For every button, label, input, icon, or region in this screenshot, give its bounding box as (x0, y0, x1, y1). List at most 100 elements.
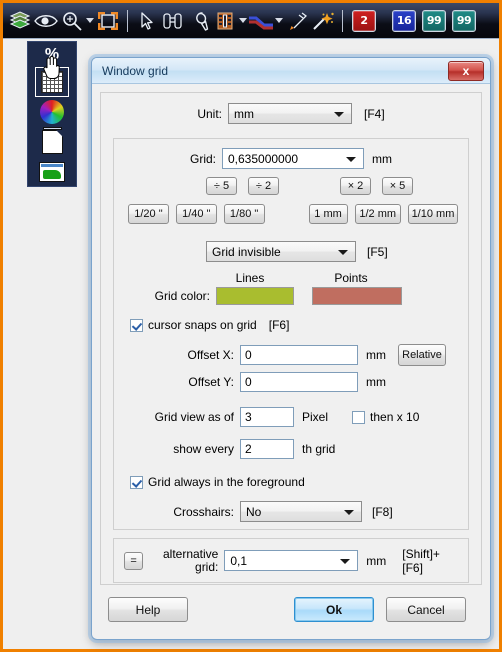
grid-color-row: Grid color: (124, 287, 458, 305)
show-every-input[interactable]: 2 (240, 439, 294, 459)
color-headers-row: Lines Points (124, 271, 458, 285)
snap-row[interactable]: cursor snaps on grid [F6] (124, 318, 458, 332)
foreground-row[interactable]: Grid always in the foreground (124, 475, 458, 489)
preset-1-40-inch-button[interactable]: 1/40 " (175, 204, 217, 224)
grid-view-row: Grid view as of 3 Pixel then x 10 (124, 407, 458, 427)
chevron-down-icon (334, 111, 344, 117)
app-window: 2 16 99 99 % Window grid x Unit: mm [F4]… (0, 0, 502, 652)
chevron-down-icon (346, 156, 356, 162)
dialog-title: Window grid (102, 63, 169, 78)
grid-settings-group: Unit: mm [F4] Grid: 0,635000000 mm ÷ 5 ÷… (100, 92, 482, 585)
lines-label: Lines (235, 271, 265, 285)
grid-value-select[interactable]: 0,635000000 (222, 148, 364, 169)
foreground-label: Grid always in the foreground (148, 475, 305, 489)
toolbar-separator-1 (127, 9, 128, 32)
unit-select[interactable]: mm (228, 103, 352, 124)
unit-hotkey: [F4] (364, 106, 385, 121)
color-wheel-tool[interactable] (36, 98, 68, 126)
zoom-dropdown-caret[interactable] (85, 6, 95, 36)
zoom-icon[interactable] (59, 6, 85, 36)
preset-buttons-row: 1/20 " 1/40 " 1/80 " 1 mm 1/2 mm 1/10 mm (124, 204, 459, 224)
multiply-2-button[interactable]: × 2 (340, 177, 371, 195)
show-every-suffix: th grid (302, 442, 336, 456)
alternative-grid-unit: mm (366, 553, 387, 568)
toolbar-separator-2 (342, 9, 343, 32)
grid-visibility-value: Grid invisible (212, 244, 281, 259)
grid-icon (41, 71, 63, 93)
offset-x-row: Offset X: 0 mm Relative (124, 344, 458, 366)
wrench-icon[interactable] (186, 6, 212, 36)
relative-button[interactable]: Relative (398, 344, 446, 366)
unit-row: Unit: mm [F4] (113, 103, 469, 124)
snap-label: cursor snaps on grid (148, 318, 257, 332)
eye-icon[interactable] (33, 6, 59, 36)
alternative-grid-label: alternative grid: (157, 547, 218, 574)
signal-count-badge[interactable]: 16 (392, 9, 416, 32)
pointer-icon[interactable] (134, 6, 160, 36)
net-count-badge-2[interactable]: 99 (452, 9, 476, 32)
equals-button[interactable]: = (124, 551, 144, 570)
net-count-badge-1[interactable]: 99 (422, 9, 446, 32)
grid-color-label: Grid color: (154, 289, 210, 303)
foreground-checkbox[interactable] (130, 475, 143, 489)
crosshairs-select[interactable]: No (240, 501, 362, 522)
dialog-footer: Help Ok Cancel (100, 597, 482, 622)
alternative-grid-group: = alternative grid: 0,1 mm [Shift]+[F6] (113, 538, 469, 583)
pen-icon[interactable] (284, 6, 310, 36)
magic-wand-icon[interactable] (310, 6, 336, 36)
grid-label: Grid: (189, 151, 216, 166)
alternative-grid-select[interactable]: 0,1 (224, 550, 359, 571)
points-label: Points (334, 271, 368, 285)
grid-value-row: Grid: 0,635000000 mm (124, 148, 458, 169)
snap-hotkey: [F6] (268, 318, 290, 332)
percent-label: % (44, 46, 60, 63)
offset-y-input[interactable]: 0 (240, 372, 358, 392)
snap-checkbox[interactable] (130, 318, 143, 332)
multiply-5-button[interactable]: × 5 (382, 177, 413, 195)
grid-view-label: Grid view as of (154, 410, 234, 424)
chip-dropdown-caret[interactable] (238, 6, 248, 36)
trace-dropdown-caret[interactable] (274, 6, 284, 36)
grid-tool[interactable] (35, 67, 69, 97)
document-tool[interactable] (36, 127, 68, 156)
chevron-down-icon (340, 558, 351, 564)
offset-x-label: Offset X: (187, 348, 234, 362)
grid-unit-label: mm (372, 151, 392, 166)
grid-detail-group: Grid: 0,635000000 mm ÷ 5 ÷ 2 × 2 × 5 1/2… (113, 138, 469, 530)
trace-icon[interactable] (248, 6, 274, 36)
main-toolbar: 2 16 99 99 (3, 3, 499, 39)
scale-buttons-row: ÷ 5 ÷ 2 × 2 × 5 (124, 177, 458, 195)
points-color-swatch[interactable] (312, 287, 402, 305)
preset-1-80-inch-button[interactable]: 1/80 " (223, 204, 265, 224)
layer-count-badge[interactable]: 2 (352, 9, 376, 32)
offset-y-unit: mm (366, 375, 386, 389)
help-button[interactable]: Help (108, 597, 188, 622)
offset-x-input[interactable]: 0 (240, 345, 358, 365)
grid-view-input[interactable]: 3 (240, 407, 294, 427)
ok-button[interactable]: Ok (294, 597, 374, 622)
divide-5-button[interactable]: ÷ 5 (206, 177, 237, 195)
binoculars-icon[interactable] (160, 6, 186, 36)
preset-tenth-mm-button[interactable]: 1/10 mm (407, 204, 459, 224)
close-icon[interactable]: x (448, 60, 484, 81)
fit-window-icon[interactable] (95, 6, 121, 36)
crosshairs-row: Crosshairs: No [F8] (124, 501, 458, 522)
dialog-titlebar[interactable]: Window grid x (92, 58, 490, 84)
divide-2-button[interactable]: ÷ 2 (248, 177, 279, 195)
screen-tool[interactable] (36, 158, 68, 186)
grid-value: 0,635000000 (228, 151, 299, 166)
dialog-body: Unit: mm [F4] Grid: 0,635000000 mm ÷ 5 ÷… (92, 84, 490, 639)
then-x10-checkbox[interactable] (352, 410, 366, 424)
document-icon (41, 127, 63, 154)
layers-icon[interactable] (7, 6, 33, 36)
preset-half-mm-button[interactable]: 1/2 mm (354, 204, 401, 224)
cancel-button[interactable]: Cancel (386, 597, 466, 622)
preset-1-20-inch-button[interactable]: 1/20 " (128, 204, 169, 224)
grid-visibility-select[interactable]: Grid invisible (206, 241, 356, 262)
chip-icon[interactable] (212, 6, 238, 36)
show-every-row: show every 2 th grid (124, 439, 458, 459)
alternative-grid-hotkey: [Shift]+[F6] (402, 546, 440, 575)
lines-color-swatch[interactable] (216, 287, 294, 305)
window-grid-dialog: Window grid x Unit: mm [F4] Grid: 0,6350… (91, 57, 491, 640)
preset-1mm-button[interactable]: 1 mm (308, 204, 348, 224)
